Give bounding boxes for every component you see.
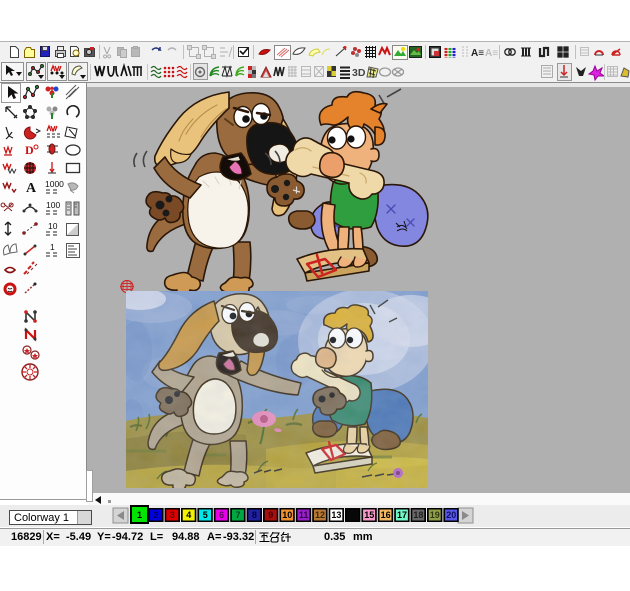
svg-text:4: 4 xyxy=(186,510,191,520)
svg-text:19: 19 xyxy=(430,510,440,520)
svg-text:A≡: A≡ xyxy=(485,48,498,59)
svg-text:7: 7 xyxy=(235,510,240,520)
svg-text:16: 16 xyxy=(381,510,391,520)
svg-text:2: 2 xyxy=(153,510,158,520)
svg-text:10: 10 xyxy=(48,221,58,231)
svg-text:D: D xyxy=(25,143,34,157)
svg-text:1: 1 xyxy=(50,242,55,252)
svg-text:100: 100 xyxy=(46,200,60,210)
svg-text:20: 20 xyxy=(446,510,456,520)
svg-text:9: 9 xyxy=(268,510,273,520)
svg-text:10: 10 xyxy=(282,510,292,520)
svg-text:8: 8 xyxy=(252,510,257,520)
svg-text:17: 17 xyxy=(397,510,407,520)
svg-text:18: 18 xyxy=(413,510,423,520)
svg-text:A≡: A≡ xyxy=(471,48,484,59)
svg-text:5: 5 xyxy=(203,510,208,520)
svg-text:6: 6 xyxy=(219,510,224,520)
svg-text:15: 15 xyxy=(364,510,374,520)
svg-text:1000: 1000 xyxy=(45,179,64,189)
svg-text:12: 12 xyxy=(315,510,325,520)
svg-text:1: 1 xyxy=(137,510,142,520)
svg-text:11: 11 xyxy=(299,510,309,520)
svg-text:3D: 3D xyxy=(352,67,366,79)
svg-text:13: 13 xyxy=(331,510,341,520)
svg-text:A: A xyxy=(26,181,37,196)
svg-text:3: 3 xyxy=(170,510,175,520)
